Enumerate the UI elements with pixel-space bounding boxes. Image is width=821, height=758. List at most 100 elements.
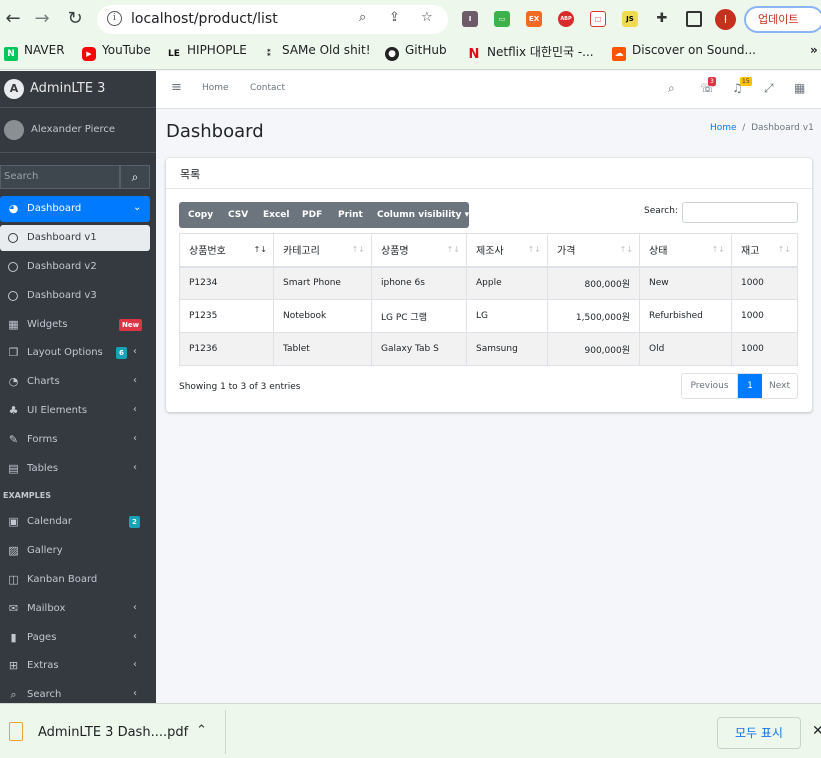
sidebar-search-button[interactable]: ⌕ xyxy=(120,165,150,189)
column-visibility-button[interactable]: Column visibility ▾ xyxy=(377,210,469,220)
column-header[interactable]: 제조사 ↑↓ xyxy=(466,233,548,268)
column-header[interactable]: 가격 ↑↓ xyxy=(547,233,640,268)
user-panel[interactable]: Alexander Pierce xyxy=(0,108,156,153)
envelope-icon: ✉ xyxy=(8,602,19,615)
sidebar-item-layout-options[interactable]: ❐ Layout Options 6 ‹ xyxy=(0,340,150,366)
sidebar-item-search[interactable]: ⌕ Search ‹ xyxy=(0,682,150,703)
column-header[interactable]: 카테고리 ↑↓ xyxy=(273,233,372,268)
table-info: Showing 1 to 3 of 3 entries xyxy=(179,382,301,392)
sidebar-item-tables[interactable]: ▤ Tables ‹ xyxy=(0,456,150,482)
forward-arrow-icon[interactable]: → xyxy=(29,6,55,32)
pagination-previous[interactable]: Previous xyxy=(682,374,738,398)
more-bookmarks-icon[interactable]: » xyxy=(810,43,818,57)
column-header[interactable]: 재고 ↑↓ xyxy=(731,233,798,268)
soundcloud-icon: ☁ xyxy=(612,47,626,61)
bookmark-same[interactable]: ⁑ SAMe Old shit! xyxy=(262,43,371,61)
csv-button[interactable]: CSV xyxy=(228,210,248,220)
sort-icon: ↑↓ xyxy=(777,245,791,254)
site-info-icon[interactable]: i xyxy=(107,11,122,26)
close-icon[interactable]: ✕ xyxy=(812,723,821,739)
side-panel-icon[interactable] xyxy=(686,11,702,27)
sidebar-item-ui-elements[interactable]: ♣ UI Elements ‹ xyxy=(0,398,150,424)
extension-i-icon[interactable]: I xyxy=(462,11,478,27)
back-arrow-icon[interactable]: ← xyxy=(0,6,26,32)
extension-screen-icon[interactable]: ▭ xyxy=(494,11,510,27)
extension-ex-icon[interactable]: EX xyxy=(526,11,542,27)
bookmark-github[interactable]: ● GitHub xyxy=(385,43,447,61)
table-search-input[interactable] xyxy=(682,202,798,223)
breadcrumb-home[interactable]: Home xyxy=(710,123,737,133)
sidebar-item-gallery[interactable]: ▨ Gallery xyxy=(0,538,150,564)
sidebar-item-forms[interactable]: ✎ Forms ‹ xyxy=(0,427,150,453)
profile-avatar[interactable]: I xyxy=(715,9,736,30)
address-url[interactable]: localhost/product/list xyxy=(131,11,278,27)
sidebar-item-dashboard-v3[interactable]: Dashboard v3 xyxy=(0,283,150,309)
bookmark-star-icon[interactable]: ☆ xyxy=(421,10,433,25)
calendar-icon: ▣ xyxy=(8,515,19,528)
chevron-left-icon: ‹ xyxy=(133,346,137,357)
chevron-left-icon: ‹ xyxy=(133,462,137,473)
bookmark-label: GitHub xyxy=(405,43,447,57)
sidebar-item-label: Extras xyxy=(27,660,59,671)
chevron-left-icon: ‹ xyxy=(133,659,137,670)
print-button[interactable]: Print xyxy=(338,210,363,220)
bookmark-soundcloud[interactable]: ☁ Discover on Sound... xyxy=(612,43,756,61)
sidebar-item-kanban[interactable]: ◫ Kanban Board xyxy=(0,567,150,593)
search-icon: ⌕ xyxy=(131,170,139,184)
table-cell: LG PC 그램 xyxy=(371,299,467,333)
pagination-page-1[interactable]: 1 xyxy=(738,374,762,398)
plus-square-icon: ⊞ xyxy=(8,659,19,672)
bookmark-naver[interactable]: N NAVER xyxy=(4,43,65,61)
messages-icon[interactable]: ☏ 3 xyxy=(700,77,716,95)
update-button[interactable]: 업데이트 xyxy=(744,6,821,33)
pagination-next[interactable]: Next xyxy=(762,374,797,398)
bookmark-hiphople[interactable]: LE HIPHOPLE xyxy=(167,43,247,61)
address-bar[interactable]: i localhost/product/list ⌕ ⇪ ☆ xyxy=(97,5,448,34)
nav-link-home[interactable]: Home xyxy=(202,83,229,93)
share-icon[interactable]: ⇪ xyxy=(389,10,400,25)
table-cell: 1,500,000원 xyxy=(547,299,640,333)
sidebar-item-label: Kanban Board xyxy=(27,574,98,585)
table-row: P1236 Tablet Galaxy Tab S Samsung 900,00… xyxy=(179,332,798,366)
sidebar-item-calendar[interactable]: ▣ Calendar 2 xyxy=(0,509,150,535)
chevron-up-icon[interactable]: ⌃ xyxy=(196,723,207,738)
download-filename[interactable]: AdminLTE 3 Dash....pdf xyxy=(38,725,188,740)
extension-js-icon[interactable]: JS xyxy=(622,11,638,27)
sidebar-search-input[interactable]: Search xyxy=(0,165,120,189)
messages-badge: 3 xyxy=(708,77,716,86)
extension-chat-icon[interactable]: ☐ xyxy=(590,11,606,27)
fullscreen-icon[interactable]: ⤢ xyxy=(764,81,774,96)
show-all-button[interactable]: 모두 표시 xyxy=(717,717,801,749)
column-header[interactable]: 상품명 ↑↓ xyxy=(371,233,467,268)
copy-button[interactable]: Copy xyxy=(188,210,213,220)
brand-link[interactable]: A AdminLTE 3 xyxy=(0,71,156,108)
sidebar-item-dashboard[interactable]: ◕ Dashboard ⌄ xyxy=(0,196,150,222)
excel-button[interactable]: Excel xyxy=(263,210,289,220)
sidebar-item-label: Gallery xyxy=(27,545,63,556)
control-sidebar-icon[interactable]: ▦ xyxy=(794,81,805,95)
pdf-button[interactable]: PDF xyxy=(302,210,322,220)
sidebar-item-charts[interactable]: ◔ Charts ‹ xyxy=(0,369,150,395)
search-icon[interactable]: ⌕ xyxy=(668,81,675,96)
youtube-icon: ▶ xyxy=(82,47,96,61)
nav-link-contact[interactable]: Contact xyxy=(250,83,285,93)
divider xyxy=(225,710,226,754)
sidebar-item-label: Mailbox xyxy=(27,603,66,614)
sidebar-item-mailbox[interactable]: ✉ Mailbox ‹ xyxy=(0,596,150,622)
zoom-icon[interactable]: ⌕ xyxy=(359,10,366,25)
bookmark-netflix[interactable]: N Netflix 대한민국 -... xyxy=(467,43,594,62)
sidebar-item-extras[interactable]: ⊞ Extras ‹ xyxy=(0,653,150,679)
sidebar-item-widgets[interactable]: ▦ Widgets New xyxy=(0,312,150,338)
sidebar-item-dashboard-v2[interactable]: Dashboard v2 xyxy=(0,254,150,280)
extensions-puzzle-icon[interactable]: ✚ xyxy=(654,11,670,27)
user-name[interactable]: Alexander Pierce xyxy=(31,124,115,135)
bookmark-youtube[interactable]: ▶ YouTube xyxy=(82,43,151,61)
notifications-bell-icon[interactable]: ♫ 15 xyxy=(732,77,752,95)
hamburger-menu-icon[interactable]: ≡ xyxy=(171,80,182,95)
sidebar-item-dashboard-v1[interactable]: Dashboard v1 xyxy=(0,225,150,251)
reload-icon[interactable]: ↻ xyxy=(62,6,88,32)
column-header[interactable]: 상품번호 ↑↓ xyxy=(179,233,274,268)
sidebar-item-pages[interactable]: ▮ Pages ‹ xyxy=(0,625,150,651)
adblock-plus-icon[interactable]: ABP xyxy=(558,11,574,27)
column-header[interactable]: 상태 ↑↓ xyxy=(639,233,732,268)
